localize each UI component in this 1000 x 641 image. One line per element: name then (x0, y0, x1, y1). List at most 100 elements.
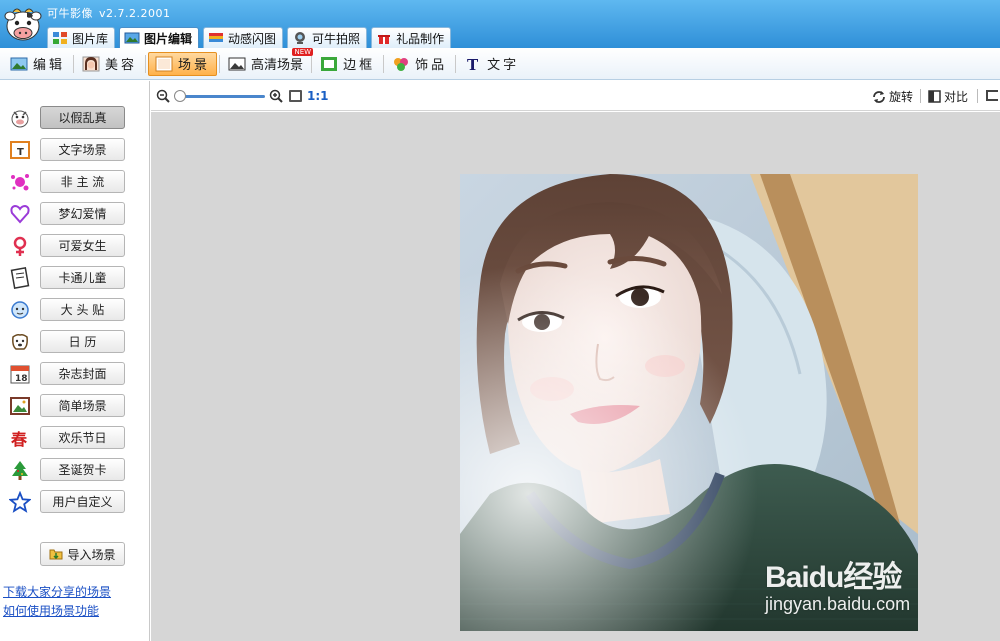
webcam-icon (295, 32, 306, 44)
more-tools-icon[interactable] (986, 90, 998, 101)
gallery-icon (53, 32, 67, 44)
svg-text:春: 春 (10, 430, 28, 449)
separator (455, 54, 457, 73)
separator (383, 54, 385, 73)
scene-item-festival[interactable]: 春 欢乐节日 (0, 425, 150, 451)
gift-icon (378, 32, 391, 44)
scene-category-panel: 以假乱真 T 文字场景 非 主 流 梦幻爱情 可爱女生 卡通儿童 大 头 贴 日 (0, 81, 150, 641)
face-icon (82, 56, 100, 71)
scene-item-realistic[interactable]: 以假乱真 (0, 105, 150, 131)
tab-accessory[interactable]: 饰品 (386, 52, 453, 76)
scene-button[interactable]: 梦幻爱情 (40, 202, 125, 225)
separator (145, 54, 147, 73)
tab-beauty-label: 美容 (105, 58, 138, 73)
tab-hd-scene[interactable]: 高清场景 NEW (222, 47, 314, 76)
scene-item-cute-girl[interactable]: 可爱女生 (0, 233, 150, 259)
hd-scene-icon (228, 57, 246, 70)
scene-button[interactable]: 以假乱真 (40, 106, 125, 129)
import-scene-button[interactable]: 导入场景 (40, 542, 125, 566)
main-tabs: 图片库 图片编辑 动感闪图 可牛拍照 礼品制作 (47, 27, 452, 48)
folder-import-icon (49, 549, 63, 560)
scene-item-simple[interactable]: 简单场景 (0, 393, 150, 419)
dog-icon (9, 331, 31, 353)
landscape-icon (10, 57, 28, 70)
text-scene-icon: T (9, 139, 31, 161)
spring-icon: 春 (9, 427, 31, 449)
frame-icon (321, 56, 338, 71)
female-icon (9, 235, 31, 257)
rotate-button[interactable]: 旋转 (871, 88, 913, 105)
tab-accessory-label: 饰品 (415, 58, 448, 73)
zoom-slider-track[interactable] (175, 95, 265, 98)
tab-photo-edit-label: 图片编辑 (144, 31, 193, 46)
zoom-out-icon[interactable] (156, 89, 170, 103)
scene-button[interactable]: 卡通儿童 (40, 266, 125, 289)
scene-button[interactable]: 欢乐节日 (40, 426, 125, 449)
tab-gift-label: 礼品制作 (396, 31, 445, 46)
compare-label: 对比 (944, 90, 969, 104)
watermark-main: Baidu经验 (765, 561, 902, 594)
tab-scene[interactable]: 场景 (148, 51, 218, 76)
star-icon (9, 491, 31, 513)
baidu-watermark: Baidu经验 jingyan.baidu.com (765, 552, 910, 615)
tab-edit[interactable]: 编辑 (4, 52, 71, 76)
scene-icon (155, 56, 173, 71)
scene-help-link[interactable]: 如何使用场景功能 (3, 602, 99, 619)
cow-icon (9, 107, 31, 129)
scene-button[interactable]: 文字场景 (40, 138, 125, 161)
scene-button[interactable]: 可爱女生 (40, 234, 125, 257)
compare-button[interactable]: 对比 (928, 88, 968, 105)
new-badge: NEW (292, 47, 314, 56)
title-bar: 可牛影像 v2.7.2.2001 图片库 图片编辑 动感闪图 可牛拍照 礼品制作 (0, 0, 1000, 48)
tab-webcam[interactable]: 可牛拍照 (287, 27, 368, 48)
heart-icon (9, 203, 31, 225)
rotate-label: 旋转 (889, 90, 914, 104)
tab-gift[interactable]: 礼品制作 (371, 27, 452, 48)
tab-flash-image[interactable]: 动感闪图 (203, 27, 284, 48)
flash-image-icon (209, 33, 224, 42)
separator (920, 89, 921, 103)
tab-text-label: 文字 (487, 58, 520, 73)
tab-edit-label: 编辑 (33, 58, 66, 73)
watermark-sub: jingyan.baidu.com (765, 594, 911, 614)
scene-item-calendar[interactable]: 日 历 (0, 329, 150, 355)
scene-item-custom[interactable]: 用户自定义 (0, 489, 150, 515)
actual-size-button[interactable]: 1:1 (307, 89, 329, 103)
book-icon (9, 267, 31, 289)
tab-frame[interactable]: 边框 (314, 52, 381, 76)
calendar-icon: 18 (9, 363, 31, 385)
zoom-in-icon[interactable] (269, 89, 283, 103)
app-version: v2.7.2.2001 (99, 7, 171, 20)
import-scene-label: 导入场景 (67, 547, 116, 562)
tab-beauty[interactable]: 美容 (76, 52, 143, 76)
scene-item-christmas[interactable]: 圣诞贺卡 (0, 457, 150, 483)
clover-icon (394, 57, 409, 71)
scene-button[interactable]: 非 主 流 (40, 170, 125, 193)
tab-webcam-label: 可牛拍照 (312, 31, 361, 46)
tab-text[interactable]: T 文字 (458, 52, 525, 76)
scene-item-text-scene[interactable]: T 文字场景 (0, 137, 150, 163)
tab-scene-label: 场景 (178, 58, 211, 73)
scene-item-sticker[interactable]: 大 头 贴 (0, 297, 150, 323)
scene-button[interactable]: 日 历 (40, 330, 125, 353)
face-sticker-icon (9, 299, 31, 321)
zoom-slider-thumb[interactable] (173, 90, 186, 102)
separator (219, 54, 221, 73)
scene-item-alternative[interactable]: 非 主 流 (0, 169, 150, 195)
scene-item-dream-love[interactable]: 梦幻爱情 (0, 201, 150, 227)
download-scenes-link[interactable]: 下载大家分享的场景 (3, 583, 111, 600)
compare-icon (928, 90, 941, 103)
scene-item-cartoon[interactable]: 卡通儿童 (0, 265, 150, 291)
scene-button[interactable]: 大 头 贴 (40, 298, 125, 321)
scene-button[interactable]: 简单场景 (40, 394, 125, 417)
separator (73, 54, 75, 73)
fit-window-icon[interactable] (289, 90, 302, 102)
scene-item-magazine[interactable]: 18 杂志封面 (0, 361, 150, 387)
text-icon: T (467, 56, 478, 72)
scene-button[interactable]: 用户自定义 (40, 490, 125, 513)
tab-gallery[interactable]: 图片库 (47, 27, 116, 48)
rotate-icon (873, 90, 885, 103)
tab-photo-edit[interactable]: 图片编辑 (119, 27, 200, 48)
scene-button[interactable]: 圣诞贺卡 (40, 458, 125, 481)
scene-button[interactable]: 杂志封面 (40, 362, 125, 385)
